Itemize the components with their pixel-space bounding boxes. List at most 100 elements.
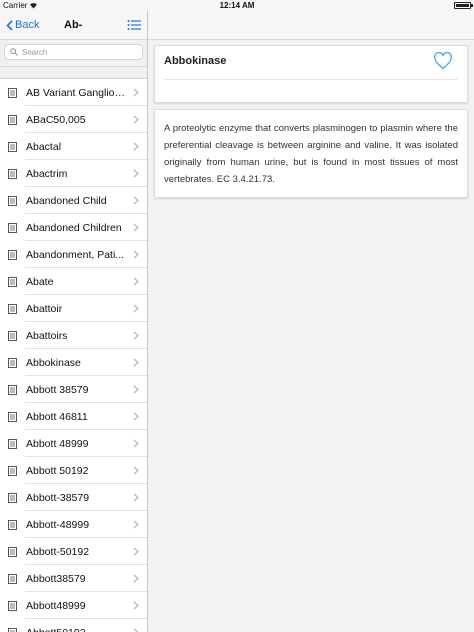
- list-item-label: Abbott 46811: [26, 410, 88, 423]
- back-label: Back: [15, 19, 40, 31]
- document-icon: [8, 519, 17, 530]
- term-title: Abbokinase: [164, 55, 227, 67]
- list-item-label: Abandoned Children: [26, 221, 122, 234]
- list-item[interactable]: AB Variant Gangliosi...: [0, 79, 147, 106]
- document-icon: [8, 573, 17, 584]
- list-item[interactable]: Abbott-50192: [0, 538, 147, 565]
- chevron-right-icon: [133, 331, 139, 340]
- chevron-right-icon: [133, 358, 139, 367]
- chevron-right-icon: [133, 493, 139, 502]
- list-item-label: Abactal: [26, 140, 62, 153]
- list-item-label: Abbokinase: [26, 356, 81, 369]
- chevron-right-icon: [133, 142, 139, 151]
- list-item-label: Abattoirs: [26, 329, 68, 342]
- list-item-label: Abandoned Child: [26, 194, 107, 207]
- favorite-heart-icon[interactable]: [433, 52, 453, 70]
- list-item[interactable]: Abbokinase: [0, 349, 147, 376]
- list-item[interactable]: Abbott48999: [0, 592, 147, 619]
- detail-navbar: [148, 11, 474, 40]
- search-input[interactable]: [22, 47, 132, 57]
- battery-icon: [454, 2, 473, 9]
- list-menu-icon[interactable]: [127, 19, 141, 31]
- document-icon: [8, 627, 17, 632]
- status-time: 12:14 AM: [219, 1, 255, 10]
- list-item-label: Abbott 48999: [26, 437, 89, 450]
- document-icon: [8, 249, 17, 260]
- document-icon: [8, 276, 17, 287]
- document-icon: [8, 303, 17, 314]
- document-icon: [8, 114, 17, 125]
- chevron-right-icon: [133, 223, 139, 232]
- search-bar: [0, 40, 147, 67]
- document-icon: [8, 222, 17, 233]
- list-item[interactable]: Abbott38579: [0, 565, 147, 592]
- chevron-right-icon: [133, 601, 139, 610]
- list-item[interactable]: Abandoned Children: [0, 214, 147, 241]
- list-item[interactable]: Abattoirs: [0, 322, 147, 349]
- definition-text: A proteolytic enzyme that converts plasm…: [164, 123, 458, 185]
- list-item[interactable]: Abbott 50192: [0, 457, 147, 484]
- document-icon: [8, 411, 17, 422]
- list-item[interactable]: Abbott 38579: [0, 376, 147, 403]
- list-item[interactable]: Abbott50192: [0, 619, 147, 632]
- document-icon: [8, 438, 17, 449]
- chevron-right-icon: [133, 385, 139, 394]
- back-button[interactable]: Back: [6, 19, 39, 31]
- chevron-right-icon: [133, 574, 139, 583]
- document-icon: [8, 141, 17, 152]
- chevron-left-icon: [6, 19, 13, 31]
- document-icon: [8, 492, 17, 503]
- search-field[interactable]: [4, 44, 143, 60]
- list-section-gap: [0, 67, 147, 79]
- document-icon: [8, 600, 17, 611]
- chevron-right-icon: [133, 304, 139, 313]
- chevron-right-icon: [133, 196, 139, 205]
- list-item[interactable]: Abbott 48999: [0, 430, 147, 457]
- chevron-right-icon: [133, 88, 139, 97]
- title-divider: [164, 79, 458, 80]
- chevron-right-icon: [133, 412, 139, 421]
- battery-indicator: [454, 2, 473, 9]
- list-item-label: ABaC50,005: [26, 113, 86, 126]
- list-item-label: Abattoir: [26, 302, 63, 315]
- list-item[interactable]: ABaC50,005: [0, 106, 147, 133]
- chevron-right-icon: [133, 250, 139, 259]
- term-header-card: Abbokinase: [154, 45, 468, 103]
- list-item[interactable]: Abbott 46811: [0, 403, 147, 430]
- chevron-right-icon: [133, 277, 139, 286]
- list-item[interactable]: Abattoir: [0, 295, 147, 322]
- list-item[interactable]: Abbott-48999: [0, 511, 147, 538]
- sidebar: Back Ab- AB Variant Gangliosi... ABaC50,0…: [0, 11, 148, 632]
- list-item[interactable]: Abandoned Child: [0, 187, 147, 214]
- list-item[interactable]: Abactal: [0, 133, 147, 160]
- chevron-right-icon: [133, 169, 139, 178]
- term-list: AB Variant Gangliosi... ABaC50,005 Abactal…: [0, 79, 147, 632]
- list-item-label: Abactrim: [26, 167, 68, 180]
- list-item-label: Abbott-50192: [26, 545, 90, 558]
- document-icon: [8, 330, 17, 341]
- document-icon: [8, 357, 17, 368]
- document-icon: [8, 87, 17, 98]
- document-icon: [8, 168, 17, 179]
- list-item-label: Abbott50192: [26, 627, 126, 632]
- list-item[interactable]: Abandonment, Pati...: [0, 241, 147, 268]
- document-icon: [8, 465, 17, 476]
- chevron-right-icon: [133, 547, 139, 556]
- chevron-right-icon: [133, 115, 139, 124]
- list-item[interactable]: Abactrim: [0, 160, 147, 187]
- chevron-right-icon: [133, 628, 139, 632]
- list-item-label: Abbott-38579: [26, 491, 90, 504]
- document-icon: [8, 546, 17, 557]
- chevron-right-icon: [133, 466, 139, 475]
- list-item[interactable]: Abbott-38579: [0, 484, 147, 511]
- list-item-label: Abbott 38579: [26, 383, 89, 396]
- chevron-right-icon: [133, 439, 139, 448]
- battery-fill: [456, 4, 469, 7]
- list-item-label: Abate: [26, 275, 54, 288]
- list-item[interactable]: Abate: [0, 268, 147, 295]
- list-item-label: Abbott48999: [26, 599, 86, 612]
- chevron-right-icon: [133, 520, 139, 529]
- status-bar: Carrier 12:14 AM: [0, 0, 474, 11]
- list-item-label: Abbott38579: [26, 572, 86, 585]
- nav-title: Ab-: [64, 19, 83, 31]
